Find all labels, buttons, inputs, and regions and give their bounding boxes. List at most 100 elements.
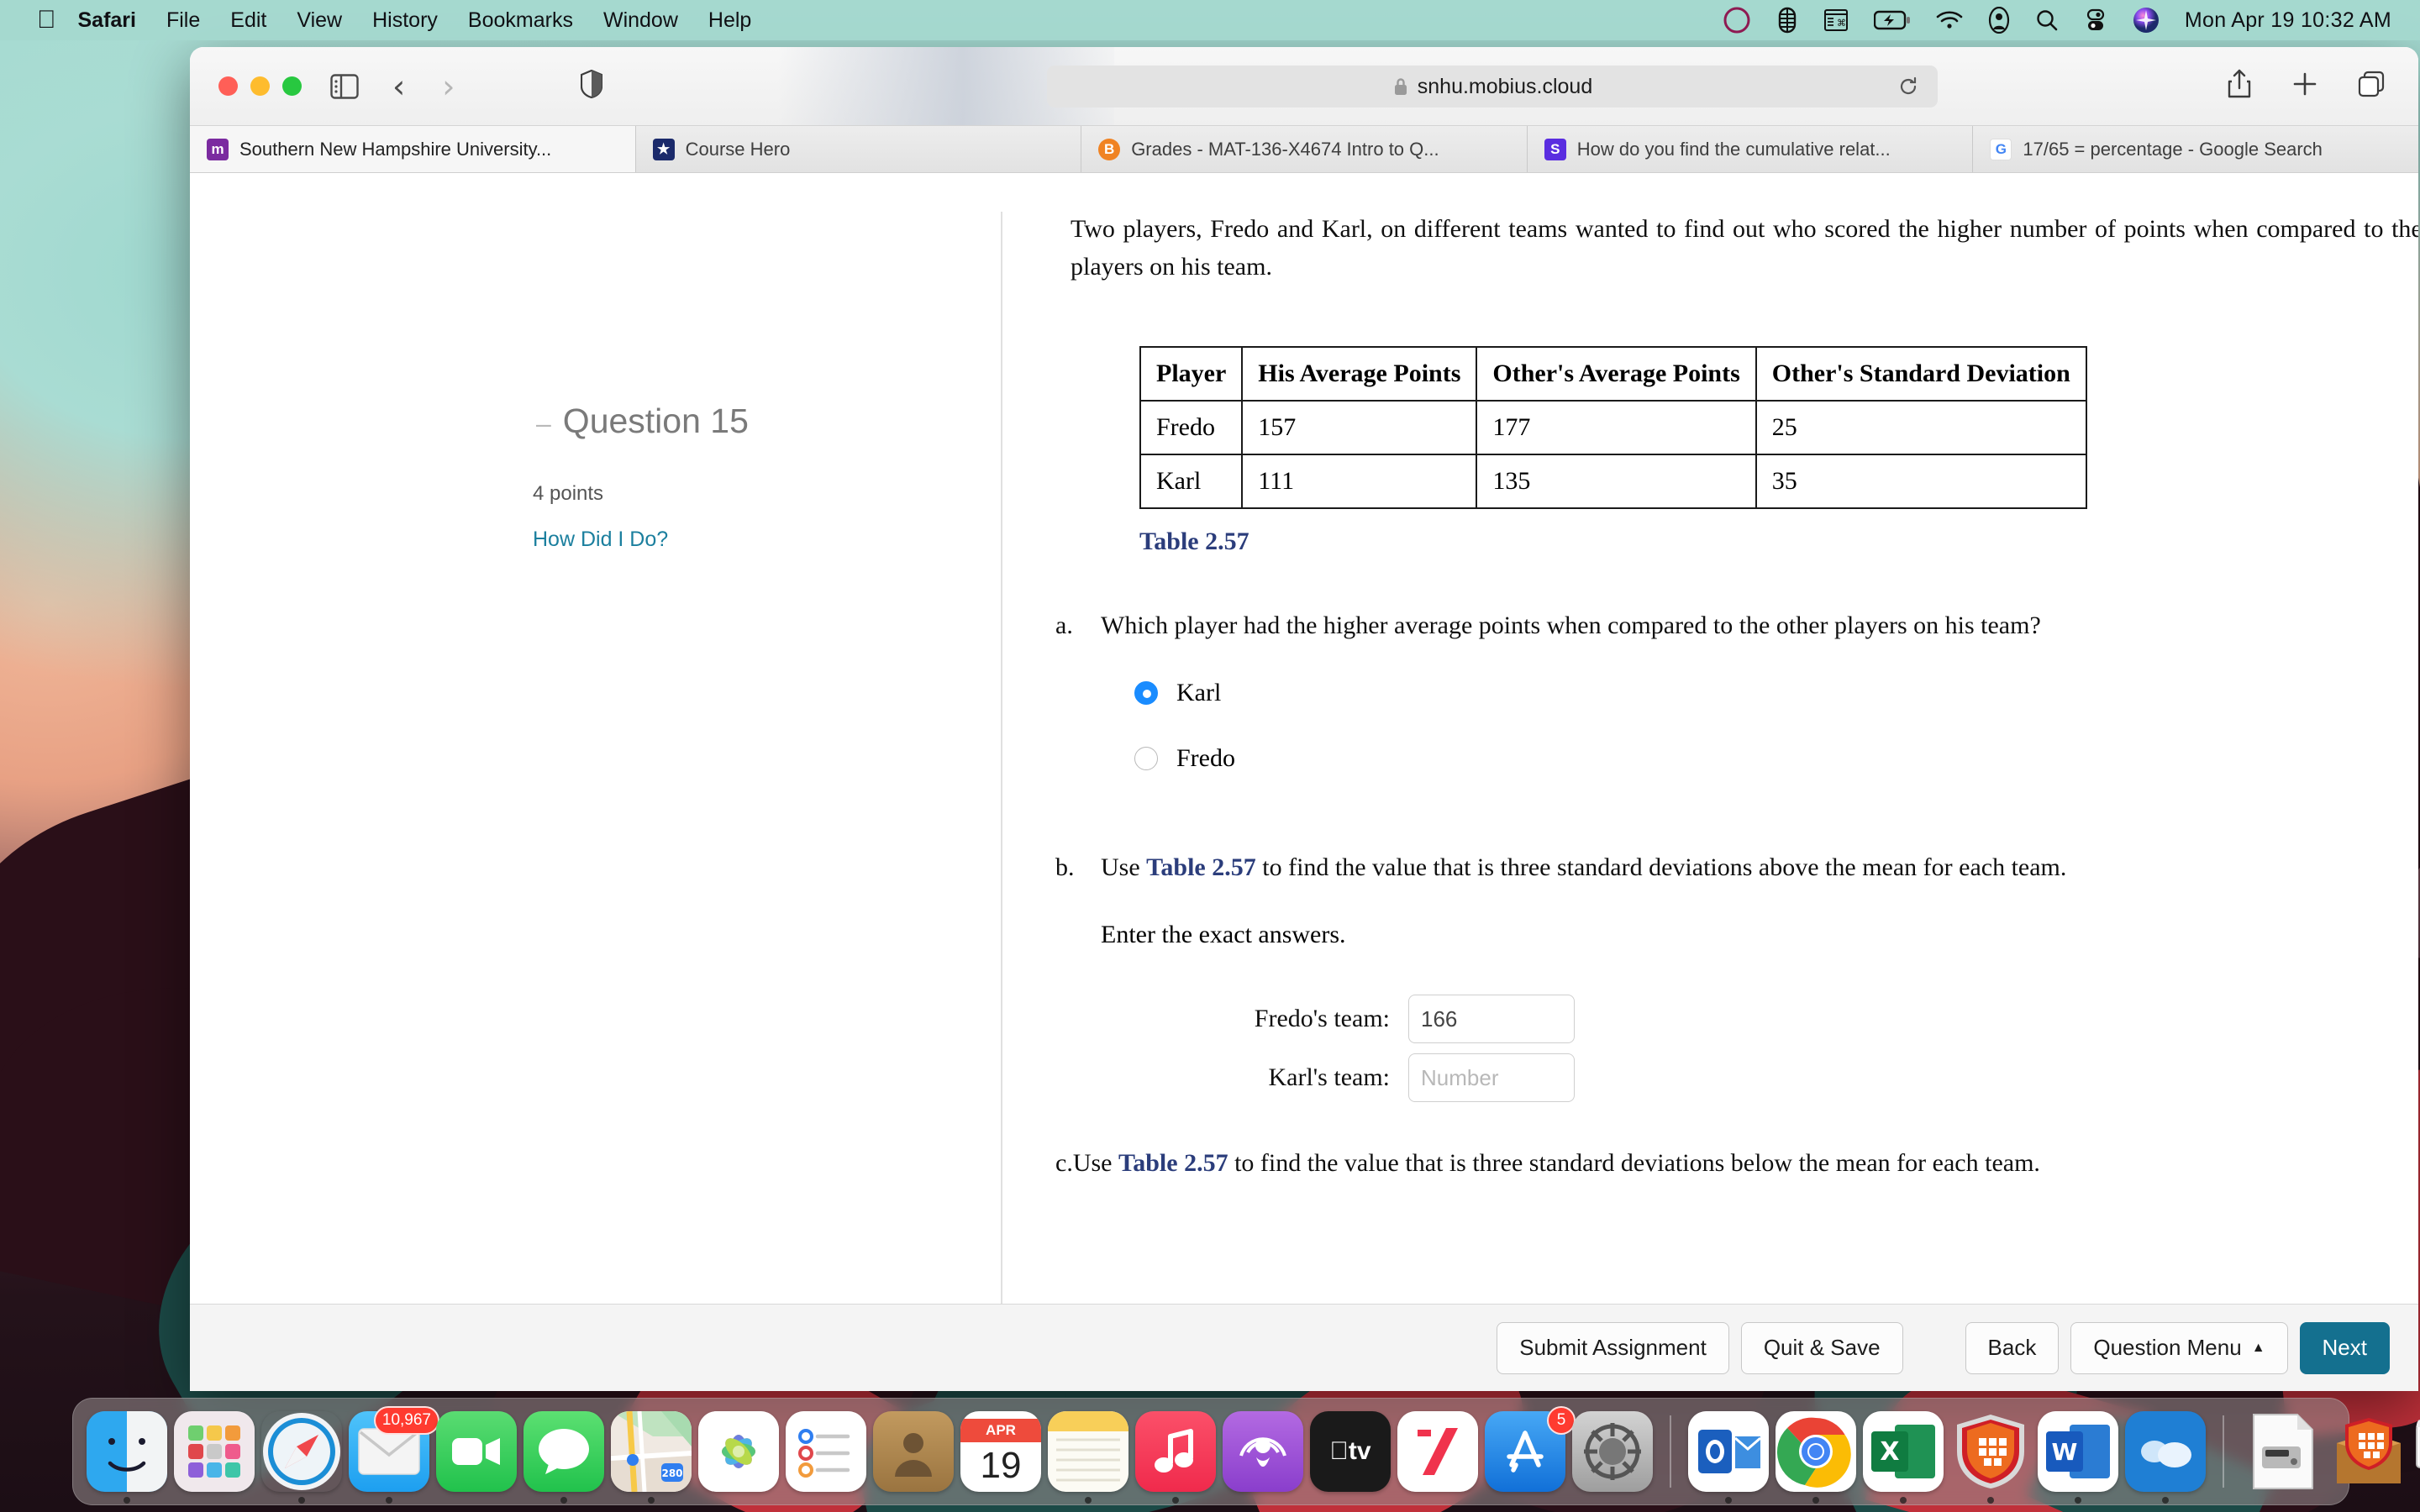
wifi-icon[interactable]: [1936, 10, 1963, 30]
submit-assignment-button[interactable]: Submit Assignment: [1497, 1321, 1729, 1374]
table-reference-link[interactable]: Table 2.57: [1146, 853, 1256, 881]
address-bar[interactable]: snhu.mobius.cloud: [1047, 66, 1938, 108]
running-indicator: [1812, 1497, 1819, 1504]
next-button[interactable]: Next: [2299, 1321, 2390, 1374]
page-title: – Question 15: [536, 402, 749, 441]
dock-item-system-preferences[interactable]: [1572, 1411, 1653, 1492]
privacy-shield-icon[interactable]: [581, 69, 603, 102]
tab-grades[interactable]: B Grades - MAT-136-X4674 Intro to Q...: [1081, 126, 1528, 172]
dock-item-mail[interactable]: 10,967: [349, 1406, 439, 1504]
running-indicator: [2075, 1497, 2081, 1504]
menu-item-view[interactable]: View: [297, 8, 342, 33]
tab-label: How do you find the cumulative relat...: [1576, 138, 1891, 160]
dock-item-facetime[interactable]: [436, 1411, 517, 1492]
battery-charging-icon[interactable]: [1873, 10, 1911, 30]
dock-item-notes[interactable]: [1048, 1411, 1128, 1504]
macos-dock: 10,967 280 APR 19 tv 5 X W: [72, 1398, 2420, 1505]
tab-google-search[interactable]: G 17/65 = percentage - Google Search: [1973, 126, 2418, 172]
menu-item-bookmarks[interactable]: Bookmarks: [468, 8, 573, 33]
dock-item-disk-image[interactable]: [2241, 1411, 2322, 1492]
how-did-i-do-link[interactable]: How Did I Do?: [533, 528, 668, 552]
tab-overview-icon[interactable]: [2358, 71, 2385, 102]
dock-item-messages[interactable]: [523, 1411, 604, 1504]
table-reference-link[interactable]: Table 2.57: [1118, 1149, 1228, 1177]
radio-indicator[interactable]: [1134, 747, 1158, 770]
siri-icon[interactable]: [2133, 7, 2160, 34]
keyboard-shortcut-icon[interactable]: ⌘: [1823, 8, 1849, 33]
dock-item-calendar[interactable]: APR 19: [960, 1411, 1041, 1492]
dock-item-mcafee-installer[interactable]: [2328, 1411, 2409, 1492]
user-account-icon[interactable]: [1988, 7, 2010, 34]
radio-option-karl[interactable]: Karl: [1134, 679, 2418, 707]
karls-team-input[interactable]: [1408, 1053, 1575, 1102]
radio-option-fredo[interactable]: Fredo: [1134, 744, 2418, 773]
dock-item-contacts[interactable]: [873, 1411, 954, 1492]
question-content: Two players, Fredo and Karl, on differen…: [1022, 173, 2418, 1391]
dock-item-chrome[interactable]: [1776, 1411, 1856, 1504]
quit-and-save-button[interactable]: Quit & Save: [1740, 1321, 1903, 1374]
radio-indicator[interactable]: [1134, 681, 1158, 705]
apple-menu-icon[interactable]: : [37, 8, 56, 33]
tab-course-hero[interactable]: ★ Course Hero: [635, 126, 1082, 172]
dock-item-apple-tv[interactable]: tv: [1310, 1411, 1391, 1492]
field-row-fredo: Fredo's team:: [1022, 995, 2418, 1043]
spotlight-search-icon[interactable]: [2035, 8, 2059, 32]
plus-icon[interactable]: [2292, 71, 2317, 101]
dock-item-reminders[interactable]: [786, 1411, 866, 1492]
dock-item-onedrive[interactable]: [2125, 1411, 2206, 1504]
cell-others-average: 177: [1476, 400, 1757, 455]
menu-item-safari[interactable]: Safari: [78, 8, 136, 33]
running-indicator: [648, 1497, 655, 1504]
tab-snhu[interactable]: m Southern New Hampshire University...: [190, 126, 636, 172]
window-controls: [218, 76, 302, 96]
mail-window-stack-icon: [2416, 1411, 2420, 1492]
minimize-button[interactable]: [250, 76, 270, 96]
close-button[interactable]: [218, 76, 238, 96]
dock-item-mcafee[interactable]: [1950, 1411, 2031, 1504]
fredos-team-input[interactable]: [1408, 995, 1575, 1043]
dock-item-music[interactable]: [1135, 1411, 1216, 1504]
control-center-icon[interactable]: [2084, 8, 2107, 32]
share-icon[interactable]: [2227, 69, 2252, 103]
grammarly-icon[interactable]: [1776, 7, 1798, 34]
dock-item-excel[interactable]: X: [1863, 1411, 1944, 1504]
menu-item-file[interactable]: File: [166, 8, 200, 33]
dock-item-word[interactable]: W: [2038, 1411, 2118, 1504]
menu-item-help[interactable]: Help: [708, 8, 751, 33]
svg-text:X: X: [1880, 1437, 1899, 1467]
menu-bar-clock[interactable]: Mon Apr 19 10:32 AM: [2185, 8, 2391, 33]
menu-item-history[interactable]: History: [372, 8, 438, 33]
back-button[interactable]: ‹: [392, 71, 405, 102]
cell-others-stdev: 25: [1754, 400, 2087, 455]
minus-icon[interactable]: –: [536, 408, 551, 438]
dock-item-mail-window-stack[interactable]: [2416, 1411, 2420, 1492]
reload-icon[interactable]: [1897, 76, 1919, 103]
system-preferences-icon: [1572, 1411, 1653, 1492]
forward-button[interactable]: ›: [442, 71, 455, 102]
karls-team-label: Karl's team:: [1268, 1063, 1390, 1091]
tab-study[interactable]: S How do you find the cumulative relat..…: [1527, 126, 1974, 172]
dock-item-podcasts[interactable]: [1223, 1411, 1303, 1492]
apple-tv-icon: tv: [1310, 1411, 1391, 1492]
menu-item-window[interactable]: Window: [603, 8, 678, 33]
dock-separator: [1670, 1415, 1671, 1488]
dock-item-safari[interactable]: [261, 1411, 342, 1504]
dock-item-app-store[interactable]: 5: [1485, 1406, 1576, 1492]
dock-item-maps[interactable]: 280: [611, 1411, 692, 1504]
back-button[interactable]: Back: [1965, 1321, 2060, 1374]
calendar-month: APR: [960, 1419, 1041, 1442]
field-row-karl: Karl's team:: [1022, 1053, 2418, 1102]
question-menu-button[interactable]: Question Menu ▲: [2070, 1321, 2288, 1374]
zoom-button[interactable]: [282, 76, 302, 96]
dock-item-finder[interactable]: [87, 1411, 167, 1504]
dock-item-launchpad[interactable]: [174, 1411, 255, 1492]
crescent-logo-icon[interactable]: [1723, 6, 1751, 34]
sidebar-toggle-icon[interactable]: [330, 73, 359, 99]
dock-item-news[interactable]: [1397, 1411, 1478, 1492]
table-row: Fredo 157 177 25: [1139, 400, 2087, 455]
study-favicon-icon: S: [1544, 138, 1566, 160]
dock-item-outlook[interactable]: [1688, 1411, 1769, 1504]
fredos-team-label: Fredo's team:: [1254, 1005, 1390, 1032]
menu-item-edit[interactable]: Edit: [230, 8, 266, 33]
dock-item-photos[interactable]: [698, 1411, 779, 1492]
